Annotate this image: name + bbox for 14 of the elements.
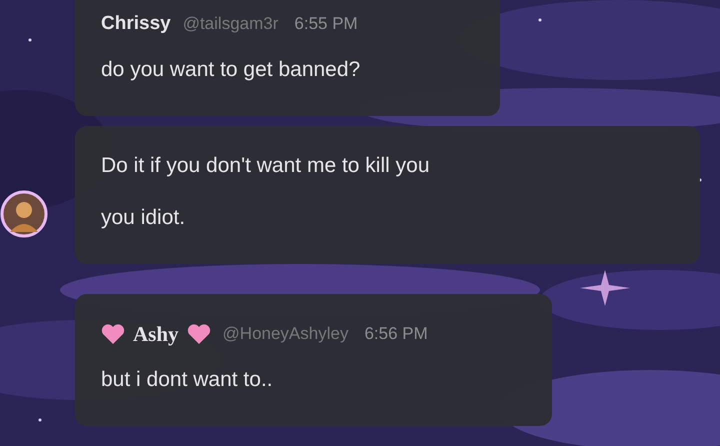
heart-icon xyxy=(101,323,125,345)
message-text: you idiot. xyxy=(101,205,186,231)
user-handle: @HoneyAshyley xyxy=(222,324,348,344)
username[interactable]: Ashy xyxy=(133,322,179,346)
timestamp: 6:56 PM xyxy=(364,324,428,344)
timestamp: 6:55 PM xyxy=(294,14,358,34)
message-text: Do it if you don't want me to kill you xyxy=(101,153,430,179)
sparkle-icon xyxy=(580,270,630,306)
heart-icon xyxy=(186,323,211,345)
message-text: do you want to get banned? xyxy=(101,57,362,83)
avatar[interactable] xyxy=(0,190,48,238)
message-text: but i dont want to.. xyxy=(101,367,274,393)
user-handle: @tailsgam3r xyxy=(182,14,278,34)
username[interactable]: Chrissy xyxy=(101,13,171,35)
